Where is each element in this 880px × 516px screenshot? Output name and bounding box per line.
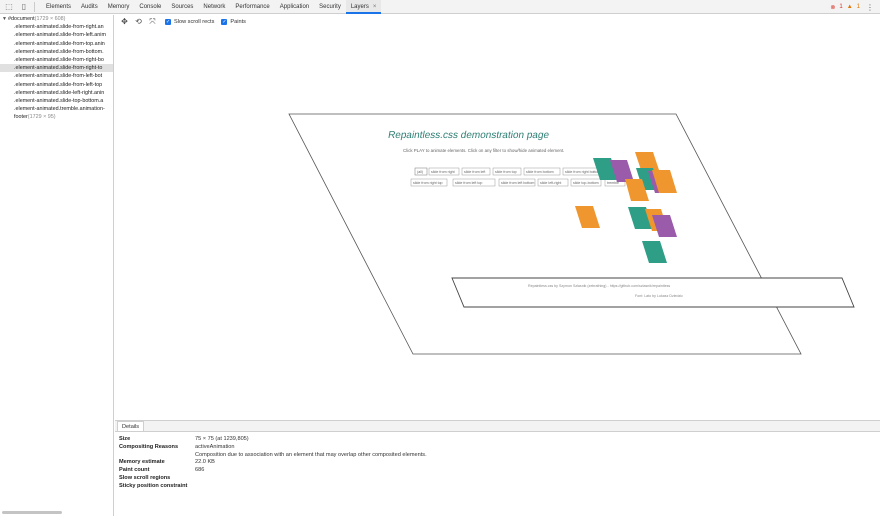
tab-performance[interactable]: Performance [230, 0, 274, 14]
tree-root[interactable]: ▼#document(1729 × 608) [0, 15, 113, 23]
canvas-page-subtitle: Click PLAY to animate elements. Click on… [403, 148, 564, 153]
detail-row-sticky-position: Sticky position constraint [115, 483, 880, 491]
detail-row-size: Size 75 × 75 (at 1239,805) [115, 436, 880, 444]
tab-console[interactable]: Console [134, 0, 166, 14]
footer-layer[interactable] [451, 277, 855, 308]
filter-button-label: (all) [417, 170, 423, 174]
tree-row[interactable]: .element-animated.slide-left-right.anin [0, 89, 113, 97]
tab-network[interactable]: Network [198, 0, 230, 14]
paints-checkbox[interactable]: ✓ Paints [221, 18, 246, 25]
footer-text: Repaintless.css by Szymon Szlasnik (zebr… [528, 284, 670, 288]
detail-key: Paint count [119, 467, 150, 474]
canvas-page-title: Repaintless.css demonstration page [387, 130, 550, 141]
tab-application[interactable]: Application [275, 0, 314, 14]
panel-tabs: Elements Audits Memory Console Sources N… [41, 0, 382, 14]
animated-element-layer[interactable] [652, 215, 677, 237]
filter-button-label: slide from top [495, 170, 517, 174]
tab-layers-label: Layers [350, 3, 369, 10]
filter-button-label: slide from right [431, 170, 455, 174]
detail-value: activeAnimation Composition due to assoc… [195, 444, 427, 460]
layers-canvas[interactable]: Repaintless.css demonstration page Click… [115, 28, 880, 419]
detail-value: 22.0 KB [195, 459, 215, 466]
tree-row[interactable]: .element-animated.slide-from-right.an [0, 23, 113, 31]
tree-row-footer[interactable]: footer(1729 × 95) [0, 113, 113, 121]
device-toolbar-icon[interactable]: ▯ [18, 1, 30, 13]
filter-button-label: slide from left bottom [501, 181, 534, 185]
error-count: 1 [839, 4, 843, 10]
tree-row[interactable]: .element-animated.slide-from-right-bo [0, 56, 113, 64]
detail-value: 686 [195, 467, 205, 474]
compositing-reason: activeAnimation [195, 443, 235, 450]
checkbox-checked-icon: ✓ [221, 18, 228, 25]
tree-root-label: #document [8, 16, 35, 22]
filter-button-label: slide from right top [413, 181, 443, 185]
console-status[interactable]: ⊗ 1 ▲ 1 ⋮ [830, 0, 874, 14]
devtools-tab-bar: ⬚ ▯ Elements Audits Memory Console Sourc… [0, 0, 880, 14]
filter-button-label: slide from bottom [526, 170, 554, 174]
warning-icon: ▲ [846, 4, 853, 10]
footer-font-credit: Font: Lato by Lukasz Dziedzic [635, 294, 683, 298]
paints-label: Paints [230, 18, 246, 25]
tree-row[interactable]: .element-animated.slide-from-left-bot [0, 72, 113, 80]
tree-row[interactable]: .element-animated.slide-top-bottom.a [0, 97, 113, 105]
detail-row-paint-count: Paint count 686 [115, 467, 880, 475]
animated-element-layer[interactable] [575, 206, 600, 228]
tree-row[interactable]: .element-animated.slide-from-left-top [0, 81, 113, 89]
layers-toolbar: ✥ ⟲ ⤧ ✓ Slow scroll rects ✓ Paints [115, 15, 880, 28]
filter-button-label: slide left-right [540, 181, 561, 185]
details-tab-bar: Details [115, 421, 880, 432]
toolbar-divider [34, 1, 35, 12]
animated-element-layer[interactable] [642, 241, 667, 263]
tab-security[interactable]: Security [314, 0, 346, 14]
warning-count: 1 [856, 4, 860, 10]
detail-row-slow-scroll-regions: Slow scroll regions [115, 475, 880, 483]
slow-scroll-rects-label: Slow scroll rects [174, 18, 215, 25]
detail-key: Memory estimate [119, 459, 165, 466]
pan-mode-icon[interactable]: ✥ [119, 16, 130, 27]
tab-elements[interactable]: Elements [41, 0, 76, 14]
detail-value: 75 × 75 (at 1239,805) [195, 436, 249, 442]
footer-dims: (1729 × 95) [27, 114, 56, 121]
details-panel: Details Size 75 × 75 (at 1239,805) Compo… [115, 420, 880, 516]
detail-row-compositing-reasons: Compositing Reasons activeAnimation Comp… [115, 444, 880, 460]
filter-button-label: slide from right bottom [565, 170, 601, 174]
error-icon: ⊗ [830, 4, 836, 11]
close-tab-icon[interactable]: × [373, 4, 377, 10]
detail-key: Size [119, 436, 131, 442]
tab-memory[interactable]: Memory [103, 0, 135, 14]
filter-button-label: slide from left [464, 170, 485, 174]
detail-key: Compositing Reasons [119, 443, 179, 450]
tree-root-dims: (1729 × 608) [34, 16, 66, 22]
layers-3d-view[interactable]: Repaintless.css demonstration page Click… [115, 28, 880, 419]
tree-row[interactable]: .element-animated.slide-from-top.anin [0, 40, 113, 48]
detail-key: Slow scroll regions [119, 474, 171, 481]
tab-sources[interactable]: Sources [166, 0, 198, 14]
tab-layers[interactable]: Layers × [345, 0, 382, 14]
filter-button-label: slide from left top [455, 181, 482, 185]
tree-row[interactable]: .element-animated.slide-from-left.anim [0, 31, 113, 39]
filter-button-label: slide top-bottom [573, 181, 599, 185]
details-table: Size 75 × 75 (at 1239,805) Compositing R… [115, 432, 880, 491]
footer-label: footer [14, 114, 28, 121]
compositing-reason: Composition due to association with an e… [195, 451, 427, 458]
slow-scroll-rects-checkbox[interactable]: ✓ Slow scroll rects [165, 18, 215, 25]
inspect-element-icon[interactable]: ⬚ [3, 1, 15, 13]
rotate-mode-icon[interactable]: ⟲ [133, 16, 144, 27]
more-options-icon[interactable]: ⋮ [866, 3, 874, 12]
detail-key: Sticky position constraint [119, 482, 188, 489]
reset-transform-icon[interactable]: ⤧ [147, 16, 158, 27]
horizontal-scrollbar[interactable] [2, 511, 62, 514]
tree-row[interactable]: .element-animated.tremble.animation- [0, 105, 113, 113]
checkbox-checked-icon: ✓ [165, 18, 171, 25]
tab-audits[interactable]: Audits [76, 0, 103, 14]
tree-row[interactable]: .element-animated.slide-from-bottom. [0, 48, 113, 56]
tree-row-selected[interactable]: .element-animated.slide-from-right-to [0, 64, 113, 73]
tab-details[interactable]: Details [117, 421, 145, 431]
detail-row-memory-estimate: Memory estimate 22.0 KB [115, 459, 880, 467]
layer-tree: ▼#document(1729 × 608) .element-animated… [0, 15, 114, 516]
